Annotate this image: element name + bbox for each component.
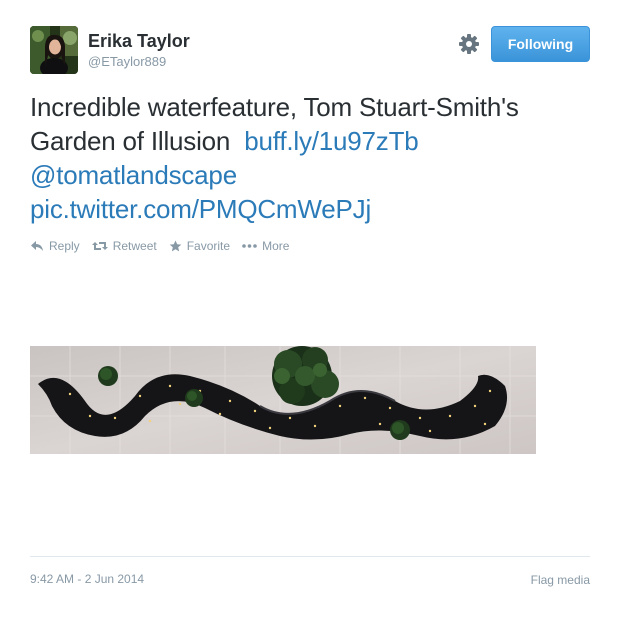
mention-link[interactable]: @tomatlandscape bbox=[30, 160, 237, 190]
tweet-text: Incredible waterfeature, Tom Stuart-Smit… bbox=[30, 90, 605, 226]
gear-icon[interactable] bbox=[458, 33, 480, 55]
more-dots-icon bbox=[242, 244, 257, 248]
tweet-text-line2: Garden of Illusion bbox=[30, 126, 231, 156]
more-action[interactable]: More bbox=[242, 239, 289, 253]
more-label: More bbox=[262, 239, 290, 253]
retweet-action[interactable]: Retweet bbox=[91, 239, 157, 253]
retweet-icon bbox=[91, 242, 108, 250]
retweet-label: Retweet bbox=[112, 239, 157, 253]
reply-action[interactable]: Reply bbox=[30, 239, 80, 253]
tweet-link[interactable]: buff.ly/1u97zTb bbox=[244, 126, 419, 156]
favorite-action[interactable]: Favorite bbox=[169, 239, 230, 253]
user-name[interactable]: Erika Taylor bbox=[88, 30, 190, 52]
tweet-actions: Reply Retweet Favorite More bbox=[30, 239, 301, 253]
user-handle[interactable]: @ETaylor889 bbox=[88, 54, 166, 70]
tweet-text-line1: Incredible waterfeature, Tom Stuart-Smit… bbox=[30, 92, 519, 122]
tweet-timestamp[interactable]: 9:42 AM - 2 Jun 2014 bbox=[30, 572, 144, 586]
pic-link[interactable]: pic.twitter.com/PMQCmWePJj bbox=[30, 194, 371, 224]
tweet-card: Erika Taylor @ETaylor889 Following Incre… bbox=[0, 0, 619, 620]
star-icon bbox=[169, 240, 182, 252]
garden-photo bbox=[30, 346, 536, 454]
tweet-media-image[interactable] bbox=[30, 346, 536, 454]
flag-media-link[interactable]: Flag media bbox=[531, 573, 590, 587]
avatar-image bbox=[30, 26, 78, 74]
reply-icon bbox=[31, 241, 43, 251]
following-button[interactable]: Following bbox=[491, 26, 590, 62]
reply-label: Reply bbox=[49, 239, 80, 253]
favorite-label: Favorite bbox=[186, 239, 231, 253]
divider bbox=[30, 556, 590, 557]
avatar[interactable] bbox=[30, 26, 78, 74]
